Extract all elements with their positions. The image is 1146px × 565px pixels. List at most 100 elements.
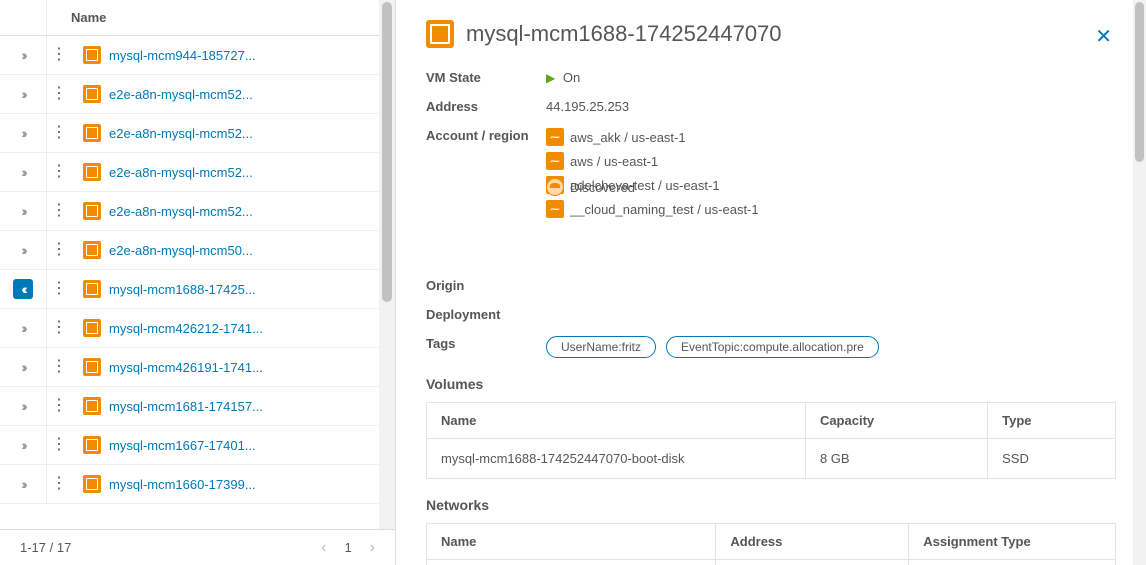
vm-link[interactable]: mysql-mcm1688-17425...: [109, 282, 256, 297]
vm-link[interactable]: mysql-mcm1660-17399...: [109, 477, 256, 492]
vm-icon: [83, 202, 101, 220]
table-row[interactable]: ››⋮mysql-mcm944-185727...: [0, 36, 395, 75]
expand-icon[interactable]: ››: [21, 320, 24, 336]
table-row[interactable]: ››⋮mysql-mcm426191-1741...: [0, 348, 395, 387]
net-name: eni-0a44e518e9562fdfb: [427, 560, 716, 565]
expand-icon[interactable]: ››: [21, 359, 24, 375]
table-row[interactable]: ››⋮mysql-mcm1681-174157...: [0, 387, 395, 426]
net-col-assign[interactable]: Assignment Type: [909, 524, 1116, 560]
collapse-icon[interactable]: ‹‹: [13, 279, 33, 299]
vm-icon: [83, 85, 101, 103]
origin-value: Discovered: [570, 180, 635, 195]
close-icon[interactable]: ✕: [1095, 24, 1112, 49]
vm-link[interactable]: mysql-mcm1667-17401...: [109, 438, 256, 453]
vm-icon: [83, 436, 101, 454]
expand-icon[interactable]: ››: [21, 86, 24, 102]
vm-link[interactable]: e2e-a8n-mysql-mcm52...: [109, 204, 253, 219]
label-account-region: Account / region: [426, 128, 546, 143]
expand-icon[interactable]: ››: [21, 476, 24, 492]
account-region-item: ⁓aws_akk / us-east-1: [546, 128, 1116, 146]
net-address: 172.31.53.191: [716, 560, 909, 565]
aws-icon: ⁓: [546, 200, 564, 218]
table-row[interactable]: ››⋮mysql-mcm1660-17399...: [0, 465, 395, 504]
pager-range: 1-17 / 17: [20, 540, 71, 555]
section-volumes: Volumes: [426, 376, 1116, 392]
table-row[interactable]: ››⋮mysql-mcm1667-17401...: [0, 426, 395, 465]
expand-icon[interactable]: ››: [21, 203, 24, 219]
table-row: mysql-mcm1688-174252447070-boot-disk8 GB…: [427, 439, 1116, 479]
vm-link[interactable]: e2e-a8n-mysql-mcm52...: [109, 126, 253, 141]
expand-icon[interactable]: ››: [21, 125, 24, 141]
tag-pill[interactable]: UserName:fritz: [546, 336, 656, 358]
table-row[interactable]: ››⋮e2e-a8n-mysql-mcm52...: [0, 75, 395, 114]
list-scrollbar[interactable]: [379, 0, 395, 529]
table-row[interactable]: ››⋮mysql-mcm426212-1741...: [0, 309, 395, 348]
pager-next-icon[interactable]: ›: [370, 539, 375, 557]
list-pager: 1-17 / 17 ‹ 1 ›: [0, 529, 395, 565]
vm-link[interactable]: e2e-a8n-mysql-mcm52...: [109, 165, 253, 180]
vm-state-value: On: [563, 70, 580, 85]
table-row: eni-0a44e518e9562fdfb172.31.53.191dynami…: [427, 560, 1116, 565]
vol-col-name[interactable]: Name: [427, 403, 806, 439]
net-assign: dynamic: [909, 560, 1116, 565]
label-tags: Tags: [426, 336, 546, 358]
vm-icon: [83, 475, 101, 493]
pager-current: 1: [344, 540, 351, 555]
account-region-item: ⁓__cloud_naming_test / us-east-1: [546, 200, 1116, 218]
detail-panel: ✕ mysql-mcm1688-174252447070 VM State ▶ …: [396, 0, 1146, 565]
expand-icon[interactable]: ››: [21, 437, 24, 453]
vm-icon: [83, 46, 101, 64]
vm-link[interactable]: mysql-mcm1681-174157...: [109, 399, 263, 414]
vm-icon: [83, 397, 101, 415]
vm-icon: [83, 163, 101, 181]
label-vm-state: VM State: [426, 70, 546, 85]
pager-prev-icon[interactable]: ‹: [321, 539, 326, 557]
account-region-item: ⁓aws / us-east-1: [546, 152, 1116, 170]
vm-link[interactable]: mysql-mcm426191-1741...: [109, 360, 263, 375]
vm-list-panel: Name ››⋮mysql-mcm944-185727...››⋮e2e-a8n…: [0, 0, 396, 565]
vm-icon: [83, 358, 101, 376]
vm-address-value: 44.195.25.253: [546, 99, 1116, 114]
expand-icon[interactable]: ››: [21, 47, 24, 63]
table-row[interactable]: ››⋮e2e-a8n-mysql-mcm52...: [0, 192, 395, 231]
tag-pill[interactable]: EventTopic:compute.allocation.pre: [666, 336, 879, 358]
vm-link[interactable]: mysql-mcm426212-1741...: [109, 321, 263, 336]
vm-link[interactable]: e2e-a8n-mysql-mcm50...: [109, 243, 253, 258]
expand-icon[interactable]: ››: [21, 242, 24, 258]
origin-icon: [546, 178, 564, 196]
vm-link[interactable]: mysql-mcm944-185727...: [109, 48, 256, 63]
aws-icon: ⁓: [546, 152, 564, 170]
vm-icon: [83, 319, 101, 337]
column-header-name[interactable]: Name: [47, 10, 106, 25]
list-body: ››⋮mysql-mcm944-185727...››⋮e2e-a8n-mysq…: [0, 36, 395, 529]
networks-table: Name Address Assignment Type eni-0a44e51…: [426, 523, 1116, 565]
table-row[interactable]: ‹‹⋮mysql-mcm1688-17425...: [0, 270, 395, 309]
vm-icon: [83, 280, 101, 298]
play-icon: ▶: [546, 71, 555, 85]
vm-link[interactable]: e2e-a8n-mysql-mcm52...: [109, 87, 253, 102]
vm-icon: [83, 124, 101, 142]
vol-col-type[interactable]: Type: [988, 403, 1116, 439]
label-deployment: Deployment: [426, 307, 546, 322]
section-networks: Networks: [426, 497, 1116, 513]
volumes-table: Name Capacity Type mysql-mcm1688-1742524…: [426, 402, 1116, 479]
vol-capacity: 8 GB: [805, 439, 987, 479]
vm-title: mysql-mcm1688-174252447070: [466, 21, 782, 47]
label-origin: Origin: [426, 278, 546, 293]
table-row[interactable]: ››⋮e2e-a8n-mysql-mcm50...: [0, 231, 395, 270]
expand-icon[interactable]: ››: [21, 164, 24, 180]
net-col-address[interactable]: Address: [716, 524, 909, 560]
list-header: Name: [0, 0, 395, 36]
vol-name: mysql-mcm1688-174252447070-boot-disk: [427, 439, 806, 479]
tags: UserName:fritz EventTopic:compute.allocat…: [546, 336, 1116, 358]
vol-type: SSD: [988, 439, 1116, 479]
table-row[interactable]: ››⋮e2e-a8n-mysql-mcm52...: [0, 153, 395, 192]
detail-scrollbar[interactable]: [1133, 0, 1146, 565]
vm-icon: [83, 241, 101, 259]
net-col-name[interactable]: Name: [427, 524, 716, 560]
aws-icon: ⁓: [546, 128, 564, 146]
vol-col-capacity[interactable]: Capacity: [805, 403, 987, 439]
table-row[interactable]: ››⋮e2e-a8n-mysql-mcm52...: [0, 114, 395, 153]
expand-icon[interactable]: ››: [21, 398, 24, 414]
label-address: Address: [426, 99, 546, 114]
